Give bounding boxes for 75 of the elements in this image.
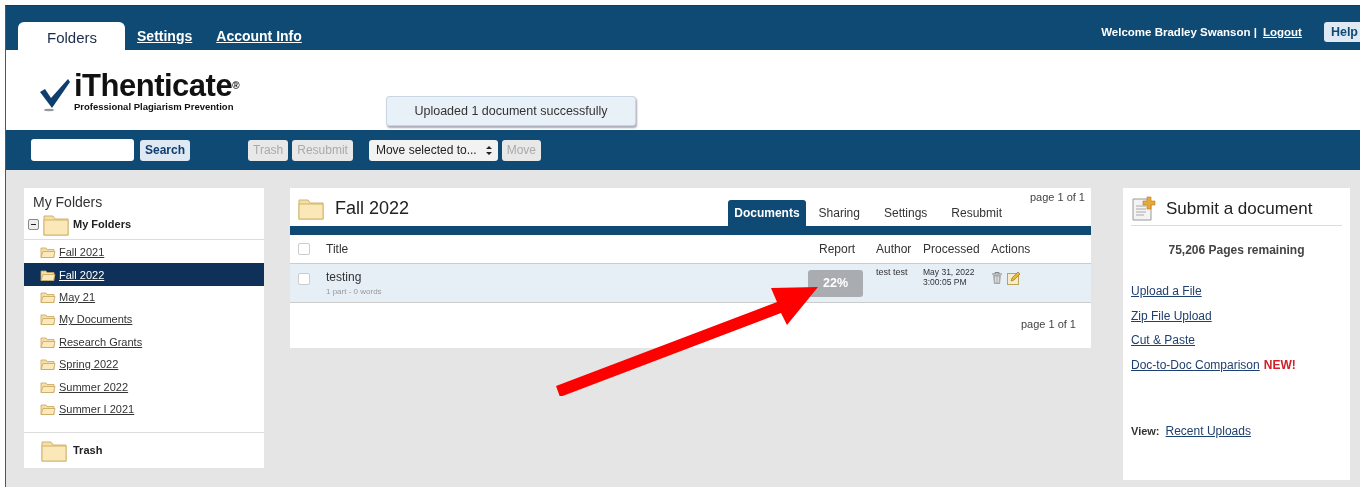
view-label: View: bbox=[1131, 424, 1160, 437]
folder-tab[interactable]: Settings bbox=[870, 202, 939, 226]
folder-link[interactable]: Summer 2022 bbox=[59, 380, 129, 393]
folder-item[interactable]: Spring 2022 bbox=[24, 352, 264, 376]
folder-icon bbox=[40, 289, 56, 304]
panel-title: Submit a document bbox=[1166, 198, 1313, 219]
submit-link[interactable]: Zip File Upload bbox=[1131, 308, 1212, 323]
column-header: Report bbox=[819, 241, 857, 258]
checkbox[interactable] bbox=[298, 243, 310, 255]
select-text: Move selected to... bbox=[375, 143, 477, 157]
logo-name: iThenticate® bbox=[74, 72, 240, 100]
submit-link[interactable]: Doc-to-Doc Comparison bbox=[1131, 357, 1260, 372]
welcome-text: Welcome Bradley Swanson | bbox=[1101, 26, 1257, 38]
document-add-icon bbox=[1132, 196, 1156, 221]
folder-tab[interactable]: Documents bbox=[728, 200, 806, 226]
folder-title: Fall 2022 bbox=[335, 197, 410, 219]
submit-link[interactable]: Cut & Paste bbox=[1131, 333, 1196, 347]
folder-icon bbox=[40, 267, 56, 282]
logout-link[interactable]: Logout bbox=[1262, 26, 1302, 38]
panel-title: My Folders bbox=[32, 193, 104, 212]
folder-icon bbox=[40, 401, 56, 416]
column-header: Actions bbox=[991, 241, 1032, 258]
help-button[interactable]: Help bbox=[1323, 22, 1360, 42]
column-header: Title bbox=[326, 241, 350, 258]
nav-tab[interactable]: Settings bbox=[125, 28, 205, 50]
folder-item[interactable]: Summer I 2021 bbox=[24, 397, 264, 421]
nav-tab[interactable]: Account Info bbox=[204, 28, 314, 50]
logo-tagline: Professional Plagiarism Prevention bbox=[74, 101, 235, 112]
folder-link[interactable]: Summer I 2021 bbox=[59, 402, 135, 415]
search-button[interactable]: Search bbox=[140, 139, 191, 161]
folder-icon bbox=[40, 334, 56, 349]
folder-icon bbox=[40, 357, 56, 372]
folder-icon bbox=[40, 379, 56, 394]
document-title[interactable]: testing bbox=[326, 270, 362, 284]
pages-remaining: 75,206 Pages remaining bbox=[1167, 243, 1306, 257]
checkbox[interactable] bbox=[298, 273, 310, 285]
date-cell-text: May 31, 2022 3:00:05 PM bbox=[923, 266, 976, 287]
folder-icon bbox=[41, 438, 67, 463]
nav-tab[interactable]: Folders bbox=[18, 22, 126, 50]
move-select[interactable]: Move selected to... bbox=[368, 139, 498, 161]
folder-item[interactable]: Fall 2021 bbox=[24, 241, 264, 264]
folder-item[interactable]: Summer 2022 bbox=[24, 375, 264, 398]
folder-icon bbox=[40, 312, 56, 327]
folder-link[interactable]: Fall 2022 bbox=[59, 268, 105, 281]
new-label: NEW! bbox=[1263, 357, 1296, 372]
author-cell-text: test test bbox=[876, 266, 909, 277]
folder-item[interactable]: Fall 2022 bbox=[24, 263, 264, 286]
column-header: Author bbox=[876, 241, 913, 258]
folder-icon bbox=[40, 245, 56, 260]
recent-uploads-link[interactable]: Recent Uploads bbox=[1165, 423, 1251, 438]
notice-banner: Uploaded 1 document successfully bbox=[386, 96, 637, 126]
submit-link[interactable]: Upload a File bbox=[1131, 284, 1202, 298]
folder-icon bbox=[298, 196, 324, 220]
page-indicator: page 1 of 1 bbox=[1029, 191, 1085, 203]
folder-tab[interactable]: Sharing bbox=[805, 202, 871, 226]
column-header: Processed bbox=[923, 241, 981, 258]
trash-folder[interactable]: Trash bbox=[73, 444, 103, 457]
folder-item[interactable]: May 21 bbox=[24, 285, 264, 309]
checkmark-icon bbox=[38, 77, 72, 112]
search-field[interactable] bbox=[31, 139, 134, 161]
folder-link[interactable]: Spring 2022 bbox=[59, 358, 119, 371]
folder-tab[interactable]: Resubmit bbox=[938, 202, 1013, 226]
tree-root[interactable]: My Folders bbox=[73, 218, 132, 230]
folder-icon bbox=[43, 212, 69, 236]
folder-link[interactable]: May 21 bbox=[59, 290, 96, 303]
trash-icon[interactable] bbox=[991, 271, 1003, 285]
updown-icon bbox=[484, 144, 493, 156]
folder-link[interactable]: Fall 2021 bbox=[59, 246, 105, 259]
page-indicator: page 1 of 1 bbox=[1019, 317, 1077, 332]
folder-link[interactable]: Research Grants bbox=[59, 335, 143, 348]
folder-item[interactable]: My Documents bbox=[24, 308, 264, 331]
folder-item[interactable]: Research Grants bbox=[24, 330, 264, 353]
document-details: 1 part - 0 words bbox=[326, 287, 383, 296]
edit-icon[interactable] bbox=[1007, 271, 1021, 285]
folder-link[interactable]: My Documents bbox=[59, 313, 133, 326]
